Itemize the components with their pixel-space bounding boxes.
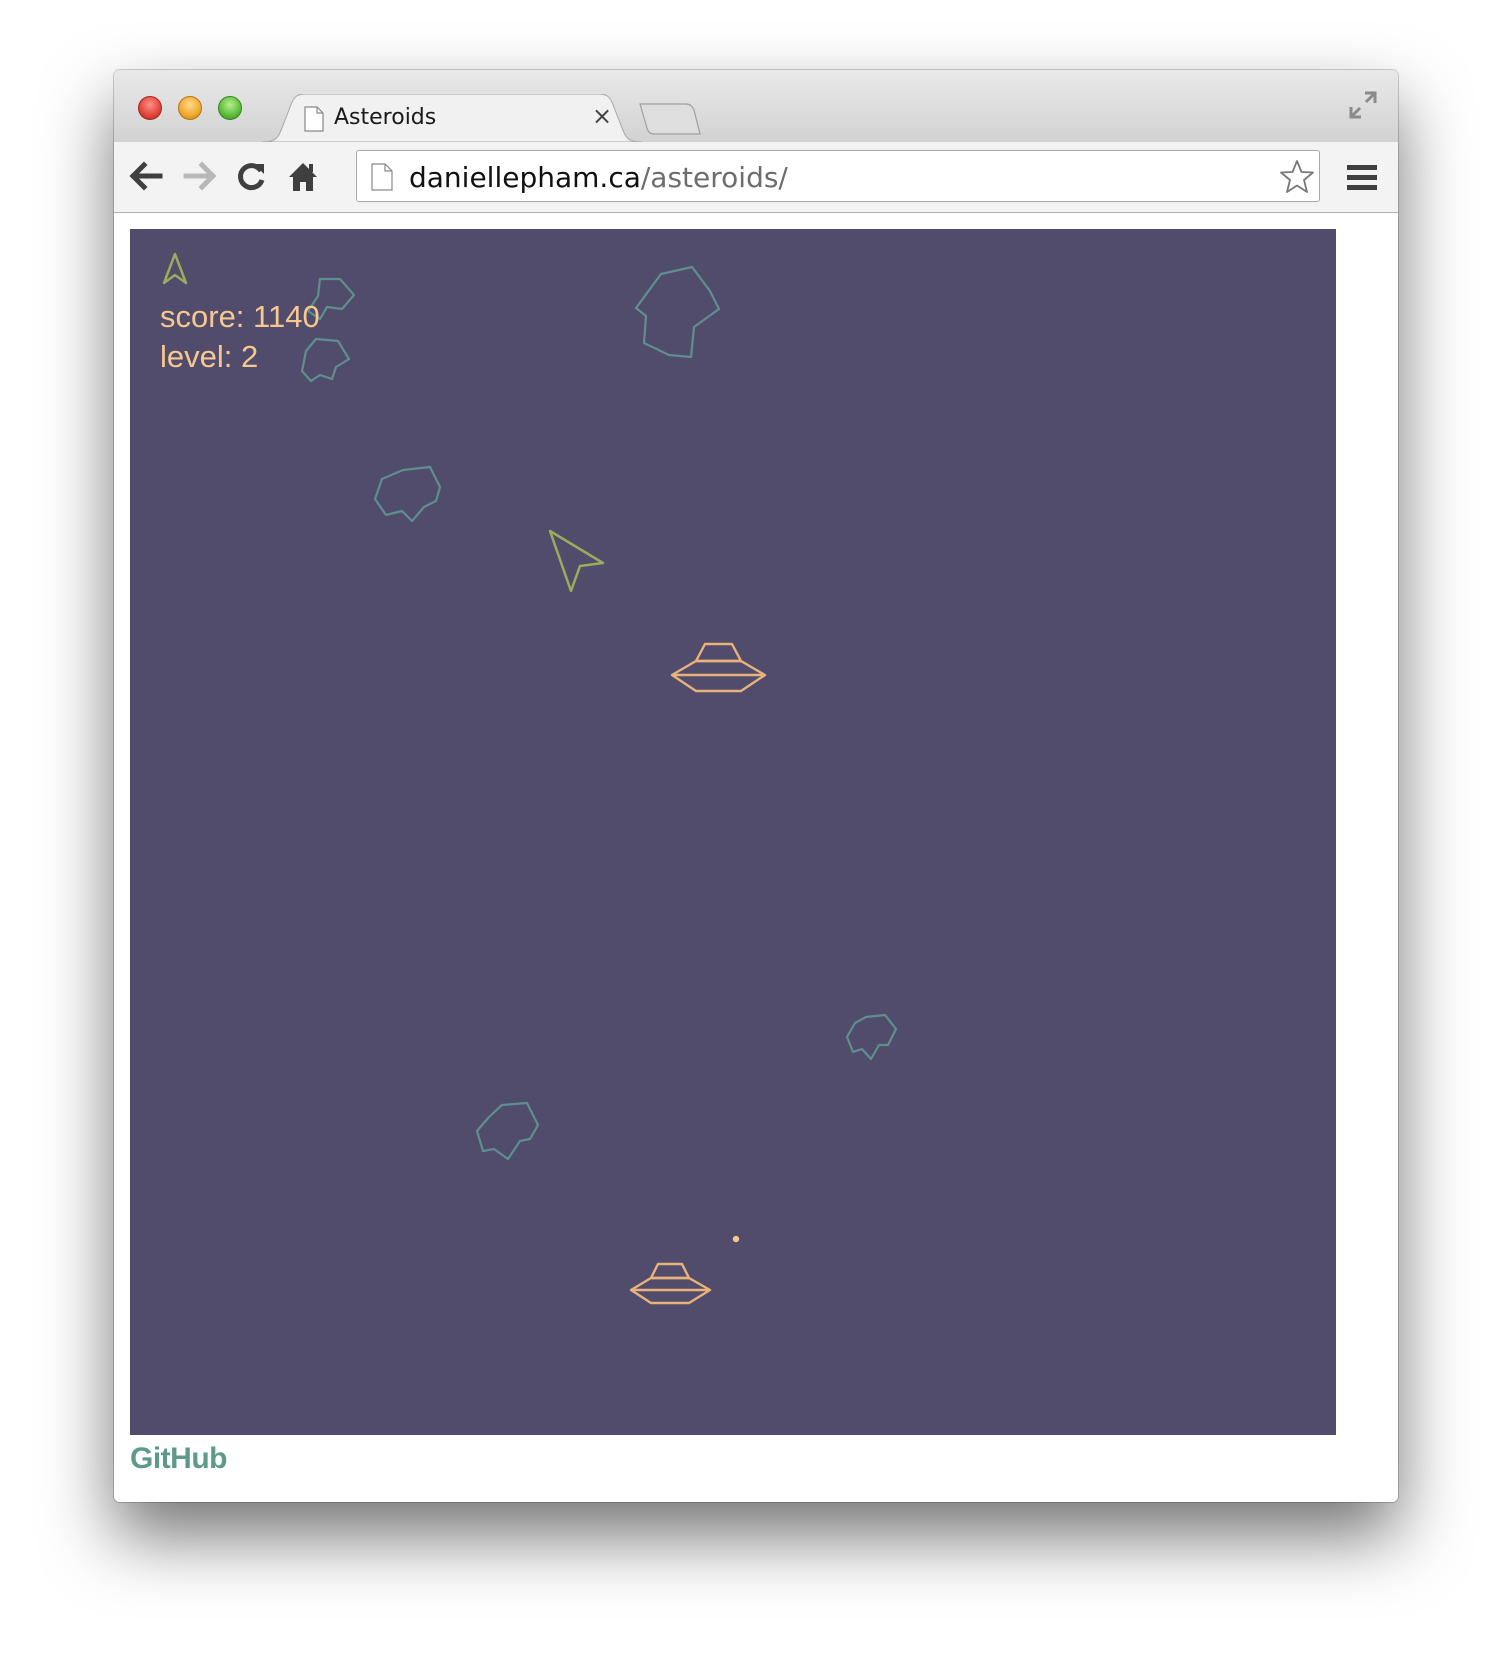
score-display: score: 1140	[160, 299, 320, 334]
forward-arrow-icon[interactable]	[182, 160, 218, 197]
life-ship-icon	[162, 252, 188, 285]
close-window-button[interactable]	[138, 96, 162, 120]
back-arrow-icon[interactable]	[128, 160, 164, 197]
ufo-2	[629, 1262, 712, 1305]
browser-toolbar: daniellepham.ca/asteroids/	[114, 142, 1398, 213]
browser-window: Asteroids × daniellepham.ca/asteroids/ s…	[114, 70, 1398, 1502]
zoom-window-button[interactable]	[218, 96, 242, 120]
asteroid-6	[475, 1101, 540, 1161]
asteroid-2	[300, 337, 351, 383]
game-field	[162, 252, 898, 1305]
hamburger-menu-icon[interactable]	[1346, 164, 1378, 197]
ufo-1	[670, 642, 767, 693]
close-tab-icon[interactable]: ×	[592, 104, 612, 128]
tab-asteroids[interactable]: Asteroids ×	[262, 94, 642, 142]
asteroid-4	[373, 465, 442, 523]
address-bar[interactable]: daniellepham.ca/asteroids/	[356, 150, 1320, 202]
github-link[interactable]: GitHub	[130, 1442, 227, 1476]
minimize-window-button[interactable]	[178, 96, 202, 120]
asteroid-3	[634, 265, 721, 359]
page-icon	[304, 106, 324, 137]
level-display: level: 2	[160, 339, 259, 374]
new-tab-button[interactable]	[638, 102, 702, 141]
ufo-bullet	[732, 1235, 740, 1243]
tab-strip: Asteroids ×	[114, 70, 1398, 142]
home-icon[interactable]	[286, 160, 320, 199]
page-content: score: 1140 level: 2 GitHub	[114, 213, 1398, 1502]
tab-title: Asteroids	[334, 105, 437, 130]
fullscreen-icon[interactable]	[1348, 90, 1378, 125]
url-text[interactable]: daniellepham.ca/asteroids/	[409, 161, 788, 194]
url-path: /asteroids/	[640, 161, 788, 194]
url-host: daniellepham.ca	[409, 161, 641, 194]
game-canvas[interactable]: score: 1140 level: 2	[130, 229, 1336, 1435]
page-icon	[371, 163, 393, 196]
asteroid-5	[845, 1013, 898, 1061]
bookmark-star-icon[interactable]	[1279, 159, 1315, 200]
player-ship	[548, 529, 605, 593]
reload-icon[interactable]	[234, 160, 268, 199]
